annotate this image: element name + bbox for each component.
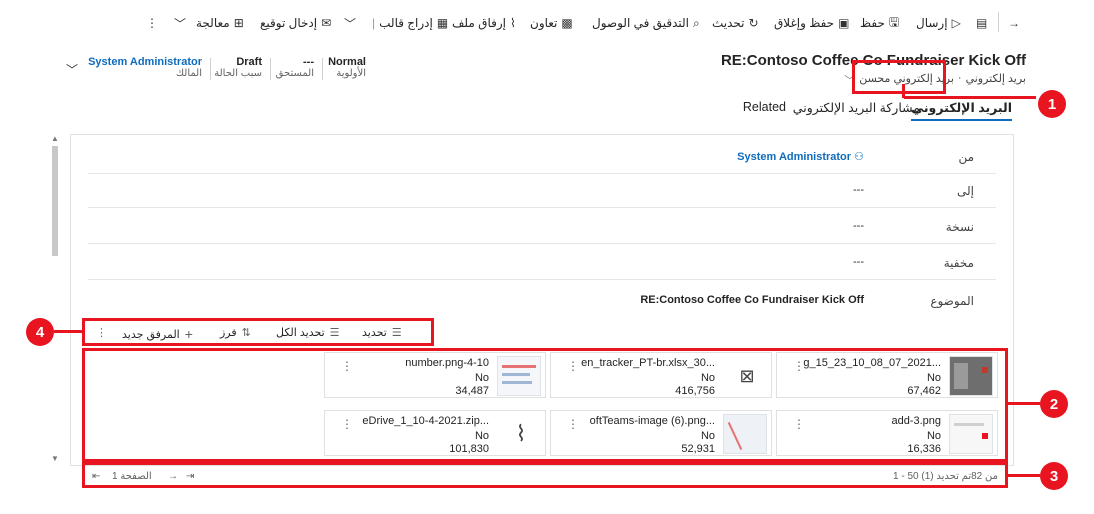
paperclip-icon: ⌇ <box>510 16 516 30</box>
collaborate-button[interactable]: ▩ تعاون <box>530 14 573 32</box>
save-button[interactable]: 🖫 حفظ <box>860 14 899 32</box>
insert-template-button[interactable]: ▦ إدراج قالب | <box>372 14 448 32</box>
save-close-icon: ▣ <box>838 16 850 30</box>
chevron-down-icon: ﹀ <box>344 16 357 31</box>
bcc-label: مخفية <box>943 256 974 270</box>
form-icon-button[interactable]: ▤ <box>976 14 987 32</box>
owner-field[interactable]: System Administrator المالك <box>88 56 202 79</box>
send-icon: ▷ <box>951 16 961 30</box>
arrow-line <box>1008 474 1040 477</box>
chevron-down-icon: ﹀ <box>174 16 187 31</box>
to-label: إلى <box>957 184 974 198</box>
bcc-value[interactable]: --- <box>853 256 864 268</box>
cc-value[interactable]: --- <box>853 220 864 232</box>
subject-label: الموضوع <box>930 294 974 308</box>
more-commands-button[interactable]: ⋮ <box>146 14 158 32</box>
magnifier-icon: ⌕ <box>692 15 700 30</box>
highlight-box-pagination <box>82 462 1008 488</box>
refresh-icon: ↻ <box>748 16 759 30</box>
tab-email-engagement[interactable]: مشاركة البريد الإلكتروني <box>793 100 920 115</box>
field-row-to[interactable]: إلى --- <box>88 172 996 208</box>
teams-icon: ▩ <box>561 16 573 30</box>
process-button[interactable]: ⊞ معالجة <box>196 14 244 32</box>
process-icon: ⊞ <box>233 16 244 30</box>
cc-label: نسخة <box>945 220 974 234</box>
chevron-down-icon: ﹀ <box>66 62 79 77</box>
from-value[interactable]: System Administrator ⚇ <box>737 150 864 163</box>
from-label: من <box>958 150 974 164</box>
arrow-line <box>54 330 82 333</box>
person-icon: ⚇ <box>854 151 864 163</box>
template-dropdown-button[interactable]: ﹀ <box>344 14 356 32</box>
signature-icon: ✉ <box>321 16 332 30</box>
callout-4: 4 <box>26 318 54 346</box>
tab-related[interactable]: Related <box>743 100 786 114</box>
insert-signature-button[interactable]: ✉ إدخال توقيع <box>260 14 331 32</box>
accessibility-checker-button[interactable]: ⌕ التدقيق في الوصول <box>592 14 700 32</box>
divider <box>322 58 323 80</box>
entity-name: بريد إلكتروني <box>965 73 1026 85</box>
callout-3: 3 <box>1040 462 1068 490</box>
form-scrollbar[interactable]: ▲ ▼ <box>50 134 60 466</box>
callout-2: 2 <box>1040 390 1068 418</box>
scroll-up-icon[interactable]: ▲ <box>51 134 59 143</box>
arrow-line <box>1008 402 1040 405</box>
highlight-box-attachments-toolbar <box>82 318 434 346</box>
header-expand-button[interactable]: ﹀ <box>66 60 78 78</box>
process-dropdown-button[interactable]: ﹀ <box>174 14 186 32</box>
back-button[interactable]: → <box>1008 14 1020 32</box>
save-close-button[interactable]: ▣ حفظ وإغلاق <box>774 14 849 32</box>
status-reason-field: Draft سبب الحالة <box>214 56 262 79</box>
template-icon: ▦ <box>436 16 449 30</box>
arrow-line <box>904 96 1036 99</box>
subject-value[interactable]: RE:Contoso Coffee Co Fundraiser Kick Off <box>640 294 864 306</box>
callout-1: 1 <box>1038 90 1066 118</box>
field-row-subject[interactable]: الموضوع RE:Contoso Coffee Co Fundraiser … <box>88 282 996 318</box>
more-vertical-icon: ⋮ <box>146 16 158 30</box>
divider <box>998 12 999 32</box>
to-value[interactable]: --- <box>853 184 864 196</box>
field-row-cc[interactable]: نسخة --- <box>88 208 996 244</box>
scroll-down-icon[interactable]: ▼ <box>51 454 59 463</box>
divider <box>210 58 211 80</box>
send-button[interactable]: ▷ إرسال <box>916 14 961 32</box>
field-row-bcc[interactable]: مخفية --- <box>88 244 996 280</box>
divider <box>270 58 271 80</box>
field-row-from: من System Administrator ⚇ <box>88 138 996 174</box>
separator-dot: · <box>957 72 962 84</box>
arrow-right-icon: → <box>1008 16 1020 30</box>
divider-glyph: | <box>372 16 376 30</box>
tab-email[interactable]: البريد الإلكتروني <box>911 100 1012 121</box>
command-bar: → ▤ ▷ إرسال 🖫 حفظ ▣ حفظ وإغلاق ↻ تحديث ⌕… <box>0 0 1094 44</box>
due-field: --- المستحق <box>275 56 314 79</box>
highlight-box-attachments <box>82 348 1008 462</box>
refresh-button[interactable]: ↻ تحديث <box>712 14 759 32</box>
scroll-thumb[interactable] <box>52 146 58 256</box>
attach-file-button[interactable]: ⌇ إرفاق ملف <box>452 14 516 32</box>
priority-field: Normal الأولوية <box>328 56 366 79</box>
document-icon: ▤ <box>976 16 988 30</box>
save-icon: 🖫 <box>888 14 900 29</box>
highlight-box-form-selector <box>852 60 946 94</box>
